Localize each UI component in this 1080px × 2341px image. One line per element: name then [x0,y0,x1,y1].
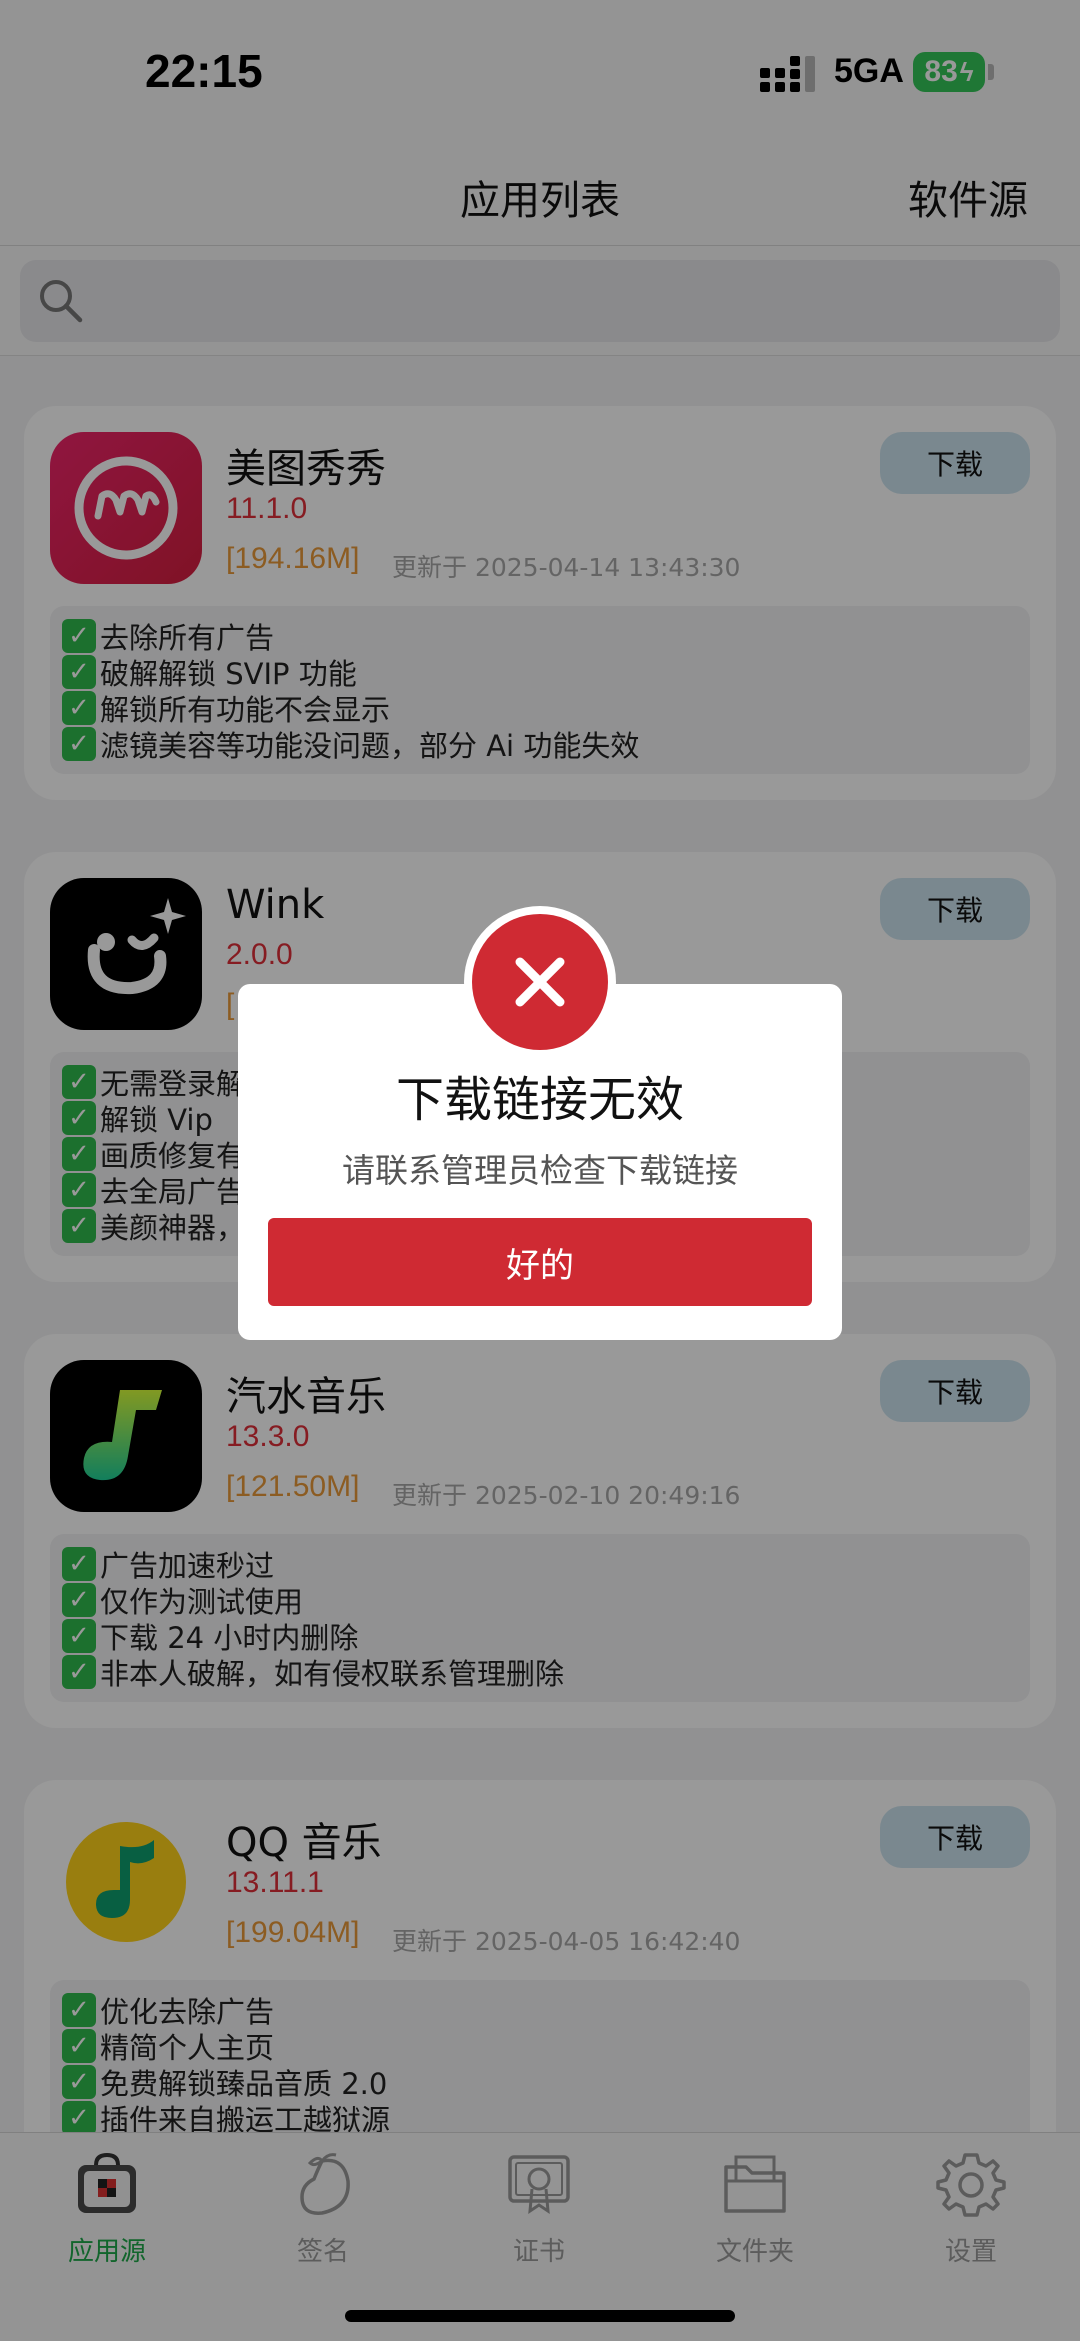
error-circle [472,914,608,1050]
close-x-icon [515,957,565,1007]
home-indicator[interactable] [345,2310,735,2322]
ok-button[interactable]: 好的 [268,1218,812,1306]
dialog-title: 下载链接无效 [395,1072,684,1128]
error-badge [464,906,616,1058]
dialog-message: 请联系管理员检查下载链接 [342,1151,738,1190]
